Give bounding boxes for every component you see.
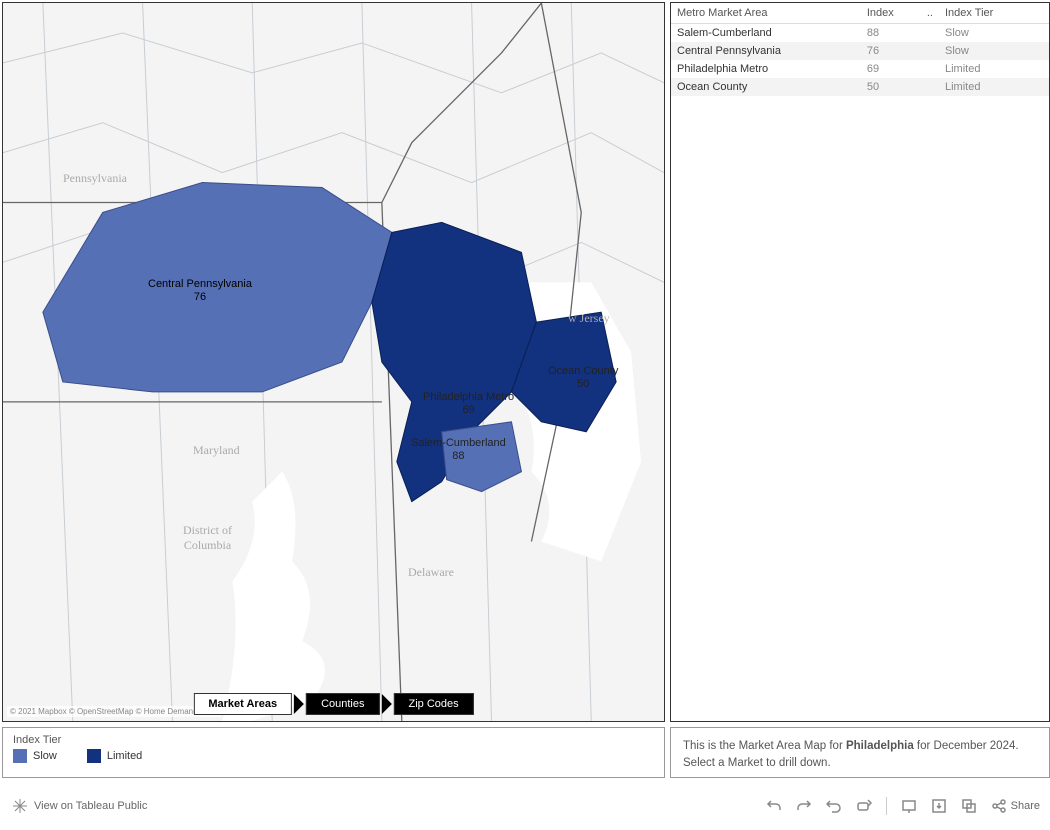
cell-tier: Limited: [939, 60, 1049, 78]
cell-index: 50: [861, 78, 921, 96]
legend-label: Limited: [107, 750, 142, 762]
presentation-icon: [901, 798, 917, 814]
undo-icon: [766, 798, 782, 814]
cell-area: Ocean County: [671, 78, 861, 96]
th-more[interactable]: ..: [921, 3, 939, 24]
info-market: Philadelphia: [846, 740, 914, 752]
nav-arrow-icon: [294, 694, 304, 714]
info-panel: This is the Market Area Map for Philadel…: [670, 727, 1050, 778]
cell-tier: Limited: [939, 78, 1049, 96]
cell-blank: [921, 60, 939, 78]
replay-icon: [826, 798, 842, 814]
legend-panel: Index Tier Slow Limited: [2, 727, 665, 778]
label-delaware: Delaware: [408, 565, 454, 580]
cell-tier: Slow: [939, 24, 1049, 43]
download-button[interactable]: [931, 798, 947, 814]
th-tier[interactable]: Index Tier: [939, 3, 1049, 24]
undo-button[interactable]: [766, 798, 782, 814]
label-newjersey: w Jersey: [568, 311, 610, 326]
map-attribution: © 2021 Mapbox © OpenStreetMap © Home Dem…: [7, 706, 222, 717]
info-prefix: This is the Market Area Map for: [683, 740, 846, 752]
table-row[interactable]: Central Pennsylvania 76 Slow: [671, 42, 1049, 60]
cell-area: Central Pennsylvania: [671, 42, 861, 60]
market-table[interactable]: Metro Market Area Index .. Index Tier Sa…: [671, 3, 1049, 96]
cell-index: 69: [861, 60, 921, 78]
cell-blank: [921, 42, 939, 60]
nav-zip-codes[interactable]: Zip Codes: [393, 693, 473, 715]
share-icon: [991, 798, 1007, 814]
toolbar-label: Share: [1011, 800, 1040, 812]
redo-icon: [796, 798, 812, 814]
cell-blank: [921, 78, 939, 96]
redo-button[interactable]: [796, 798, 812, 814]
cell-tier: Slow: [939, 42, 1049, 60]
nav-arrow-icon: [381, 694, 391, 714]
map-nav: Market Areas Counties Zip Codes: [193, 693, 473, 715]
map-svg[interactable]: [3, 3, 664, 721]
view-on-tableau-public[interactable]: View on Tableau Public: [12, 798, 147, 814]
legend-label: Slow: [33, 750, 57, 762]
label-dc: District of Columbia: [183, 523, 232, 553]
share-button[interactable]: Share: [991, 798, 1040, 814]
th-index[interactable]: Index: [861, 3, 921, 24]
tableau-logo-icon: [12, 798, 28, 814]
toolbar-label: View on Tableau Public: [34, 800, 147, 812]
download-icon: [931, 798, 947, 814]
table-row[interactable]: Ocean County 50 Limited: [671, 78, 1049, 96]
fullscreen-icon: [961, 798, 977, 814]
map-panel[interactable]: Pennsylvania Maryland District of Columb…: [2, 2, 665, 722]
swatch-limited: [87, 749, 101, 763]
cell-index: 76: [861, 42, 921, 60]
cell-index: 88: [861, 24, 921, 43]
legend-title: Index Tier: [13, 734, 654, 746]
reset-icon: [856, 798, 872, 814]
presentation-button[interactable]: [901, 798, 917, 814]
cell-area: Philadelphia Metro: [671, 60, 861, 78]
tableau-toolbar: View on Tableau Public Share: [2, 783, 1050, 828]
table-row[interactable]: Salem-Cumberland 88 Slow: [671, 24, 1049, 43]
fullscreen-button[interactable]: [961, 798, 977, 814]
toolbar-divider: [886, 797, 887, 815]
nav-counties[interactable]: Counties: [306, 693, 379, 715]
cell-area: Salem-Cumberland: [671, 24, 861, 43]
reset-button[interactable]: [856, 798, 872, 814]
nav-market-areas[interactable]: Market Areas: [193, 693, 292, 715]
table-header-row: Metro Market Area Index .. Index Tier: [671, 3, 1049, 24]
table-panel[interactable]: Metro Market Area Index .. Index Tier Sa…: [670, 2, 1050, 722]
th-area[interactable]: Metro Market Area: [671, 3, 861, 24]
table-row[interactable]: Philadelphia Metro 69 Limited: [671, 60, 1049, 78]
legend-item-slow[interactable]: Slow: [13, 749, 57, 763]
label-maryland: Maryland: [193, 443, 240, 458]
replay-button[interactable]: [826, 798, 842, 814]
cell-blank: [921, 24, 939, 43]
label-pennsylvania: Pennsylvania: [63, 171, 127, 186]
legend-item-limited[interactable]: Limited: [87, 749, 142, 763]
swatch-slow: [13, 749, 27, 763]
